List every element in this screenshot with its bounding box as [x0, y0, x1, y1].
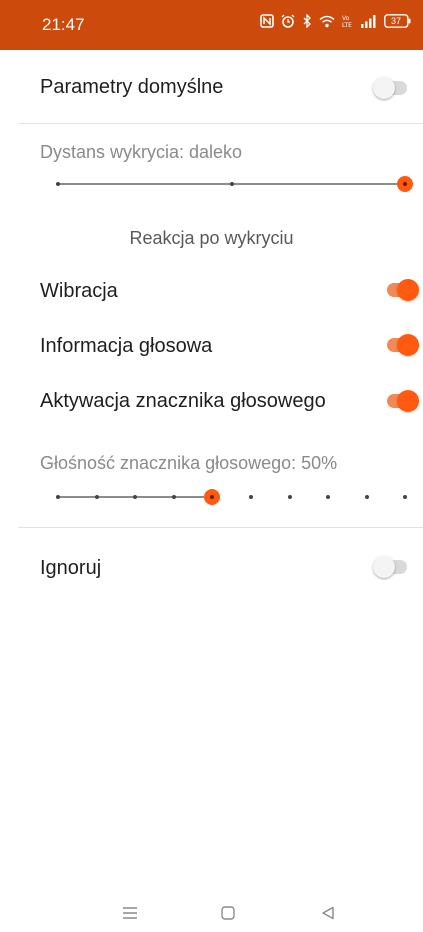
- slider-tick: [56, 495, 60, 499]
- back-icon[interactable]: [321, 906, 335, 925]
- wifi-icon: [319, 15, 335, 28]
- vibration-label: Wibracja: [40, 280, 118, 302]
- distance-slider[interactable]: [56, 173, 413, 195]
- slider-tick: [94, 495, 99, 499]
- distance-slider-thumb[interactable]: [397, 176, 413, 192]
- divider: [18, 123, 423, 124]
- marker-volume-slider-thumb[interactable]: [204, 489, 220, 505]
- svg-text:LTE: LTE: [342, 22, 352, 28]
- status-icons: Vo LTE 37: [260, 14, 411, 28]
- svg-text:Vo: Vo: [342, 15, 350, 22]
- signal-icon: [361, 14, 377, 28]
- divider: [18, 527, 423, 528]
- volte-icon: Vo LTE: [342, 14, 354, 28]
- ignore-label: Ignoruj: [40, 557, 102, 579]
- voice-info-toggle[interactable]: [381, 334, 419, 356]
- battery-level: 37: [390, 16, 401, 26]
- status-bar: 21:47 Vo LTE 37: [0, 0, 423, 50]
- ignore-toggle[interactable]: [373, 556, 411, 578]
- reaction-section-title: Reakcja po wykryciu: [129, 228, 294, 248]
- slider-tick: [287, 495, 292, 499]
- slider-tick: [364, 495, 369, 499]
- default-params-toggle[interactable]: [373, 77, 411, 99]
- slider-tick: [249, 495, 253, 499]
- voice-info-label: Informacja głosowa: [40, 335, 213, 357]
- marker-volume-slider[interactable]: [56, 486, 407, 508]
- toggle-thumb: [397, 334, 419, 356]
- battery-icon: 37: [384, 14, 411, 28]
- voice-marker-toggle[interactable]: [381, 390, 419, 412]
- alarm-icon: [281, 14, 295, 28]
- home-icon[interactable]: [221, 906, 235, 925]
- toggle-thumb: [373, 556, 395, 578]
- navigation-bar: [0, 900, 423, 932]
- bluetooth-icon: [302, 14, 312, 28]
- slider-tick: [56, 182, 60, 186]
- slider-tick: [133, 495, 137, 499]
- toggle-thumb: [373, 77, 395, 99]
- distance-label: Dystans wykrycia: daleko: [40, 142, 243, 162]
- marker-volume-label: Głośność znacznika głosowego: 50%: [40, 453, 338, 473]
- slider-tick: [403, 495, 407, 499]
- vibration-toggle[interactable]: [381, 279, 419, 301]
- slider-tick: [229, 182, 234, 186]
- toggle-thumb: [397, 390, 419, 412]
- nfc-icon: [260, 14, 274, 28]
- slider-tick: [326, 495, 330, 499]
- toggle-thumb: [397, 279, 419, 301]
- slider-tick: [171, 495, 176, 499]
- voice-marker-label: Aktywacja znacznika głosowego: [40, 390, 326, 412]
- default-params-label: Parametry domyślne: [40, 76, 224, 98]
- menu-icon[interactable]: [122, 906, 138, 925]
- status-time: 21:47: [42, 15, 85, 34]
